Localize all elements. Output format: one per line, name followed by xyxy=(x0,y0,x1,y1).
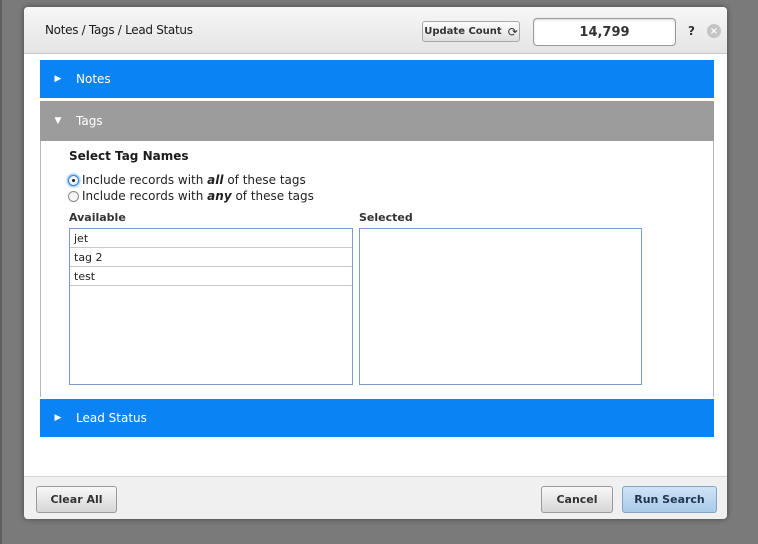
section-notes-label: Notes xyxy=(76,72,111,86)
radio-all-button[interactable] xyxy=(68,174,79,186)
search-dialog: Notes / Tags / Lead Status Update Count … xyxy=(24,7,727,519)
available-tags-list[interactable]: jet tag 2 test xyxy=(69,228,353,385)
help-icon[interactable]: ? xyxy=(688,24,695,38)
section-notes-header[interactable]: ▶ Notes xyxy=(40,60,714,98)
close-icon[interactable]: × xyxy=(707,24,721,38)
run-search-button[interactable]: Run Search xyxy=(622,486,717,513)
backdrop xyxy=(0,0,2,544)
refresh-icon: ⟳ xyxy=(507,24,518,39)
radio-any-button[interactable] xyxy=(68,190,79,202)
radio-include-any[interactable]: Include records with any of these tags xyxy=(68,189,314,203)
expand-triangle-icon: ▶ xyxy=(54,413,62,423)
available-label: Available xyxy=(69,211,126,224)
section-tags-header[interactable]: ▼ Tags xyxy=(40,101,714,141)
expand-triangle-icon: ▶ xyxy=(54,74,62,84)
list-item[interactable]: tag 2 xyxy=(70,248,352,267)
dialog-title: Notes / Tags / Lead Status xyxy=(45,23,193,37)
dialog-footer: Clear All Cancel Run Search xyxy=(24,476,727,519)
radio-all-label: Include records with all of these tags xyxy=(82,173,306,187)
update-count-button[interactable]: Update Count ⟳ xyxy=(422,21,520,42)
section-tags-label: Tags xyxy=(76,114,103,128)
section-lead-status-label: Lead Status xyxy=(76,411,147,425)
list-item[interactable]: test xyxy=(70,267,352,286)
radio-include-all[interactable]: Include records with all of these tags xyxy=(68,173,306,187)
section-lead-status-header[interactable]: ▶ Lead Status xyxy=(40,399,714,437)
collapse-triangle-icon: ▼ xyxy=(54,116,62,126)
tags-panel: Select Tag Names Include records with al… xyxy=(40,141,714,397)
clear-all-button[interactable]: Clear All xyxy=(36,486,117,513)
cancel-button[interactable]: Cancel xyxy=(541,486,613,513)
selected-label: Selected xyxy=(359,211,413,224)
tags-heading: Select Tag Names xyxy=(69,149,189,163)
list-item[interactable]: jet xyxy=(70,229,352,248)
update-count-label: Update Count xyxy=(424,26,502,37)
dialog-titlebar: Notes / Tags / Lead Status Update Count … xyxy=(24,7,727,54)
selected-tags-list[interactable] xyxy=(359,228,642,385)
record-count-display: 14,799 xyxy=(533,18,676,46)
radio-any-label: Include records with any of these tags xyxy=(82,189,314,203)
